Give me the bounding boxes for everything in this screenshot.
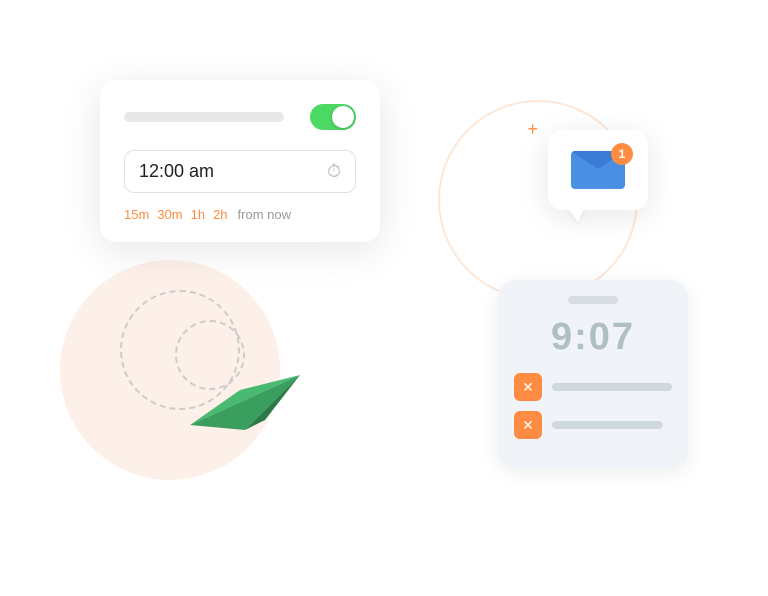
paper-plane-svg: [185, 345, 305, 435]
time-input-row[interactable]: 12:00 am ⏱: [124, 150, 356, 193]
task-bar-2: [552, 421, 663, 429]
clock-icon: ⏱: [327, 161, 341, 182]
mail-envelope: 1: [548, 130, 648, 210]
task-row-1: ✕: [514, 373, 672, 401]
shortcut-30m[interactable]: 30m: [157, 207, 182, 222]
toggle-switch[interactable]: [310, 104, 356, 130]
task-bar-1: [552, 383, 672, 391]
toggle-knob: [332, 106, 354, 128]
toggle-row: [124, 104, 356, 130]
scene: + 12:00 am ⏱ 15m 30m 1h 2h from now: [0, 0, 768, 596]
time-value: 12:00 am: [139, 161, 214, 182]
phone-card: 9:07 ✕ ✕: [498, 280, 688, 469]
shortcut-2h[interactable]: 2h: [213, 207, 227, 222]
task-icon-symbol-2: ✕: [522, 417, 534, 434]
phone-notch: [568, 296, 618, 304]
toggle-bar: [124, 112, 284, 122]
paper-plane: [185, 345, 305, 440]
time-card: 12:00 am ⏱ 15m 30m 1h 2h from now: [100, 80, 380, 242]
shortcut-1h[interactable]: 1h: [191, 207, 205, 222]
mail-bubble: 1: [548, 130, 648, 210]
task-row-2: ✕: [514, 411, 672, 439]
task-icon-2: ✕: [514, 411, 542, 439]
time-shortcuts: 15m 30m 1h 2h from now: [124, 207, 356, 222]
task-icon-1: ✕: [514, 373, 542, 401]
task-icon-symbol-1: ✕: [522, 379, 534, 396]
mail-badge: 1: [611, 143, 633, 165]
envelope-wrapper: 1: [571, 151, 625, 189]
shortcut-15m[interactable]: 15m: [124, 207, 149, 222]
phone-time: 9:07: [514, 316, 672, 359]
plus-icon: +: [527, 120, 538, 138]
from-now-label: from now: [238, 207, 291, 222]
